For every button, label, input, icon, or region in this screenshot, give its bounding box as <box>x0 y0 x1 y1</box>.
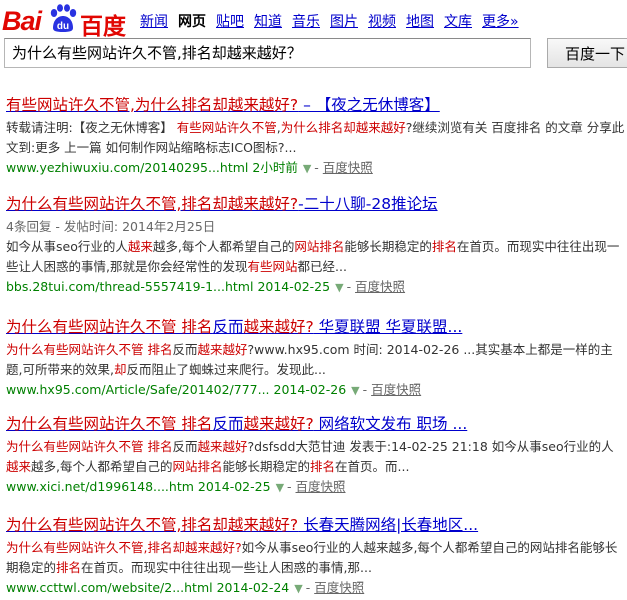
nav-music[interactable]: 音乐 <box>292 14 320 30</box>
paw-icon: du <box>50 4 77 32</box>
result-meta: bbs.28tui.com/thread-5557419-1...html 20… <box>6 279 406 294</box>
result-title[interactable]: 为什么有些网站许久不管,排名却越来越好?-二十八聊-28推论坛 <box>6 194 626 214</box>
result-title[interactable]: 为什么有些网站许久不管 排名反而越来越好? 网络软文发布 职场 ... <box>6 414 626 434</box>
nav-news[interactable]: 新闻 <box>140 14 168 30</box>
abstract-text: 能够长期稳定的 <box>222 459 311 474</box>
cache-link[interactable]: 百度快照 <box>296 479 346 494</box>
highlight-text: 却 <box>113 362 127 377</box>
highlight-text: 为什么排名却越来越好 <box>280 120 406 135</box>
highlight-text: 为什么有些网站许久不管 排名 <box>6 342 173 357</box>
abstract-text: 反而阻止了蜘蛛过来爬行。发现此... <box>126 362 326 377</box>
abstract-text: 越多,每个人都希望自己的 <box>152 239 295 254</box>
logo-text-cn: 百度 <box>80 14 126 40</box>
result-url: www.hx95.com/Article/Safe/201402/777... <box>6 382 270 397</box>
result-3: 为什么有些网站许久不管 排名反而越来越好? 华夏联盟 华夏联盟... 为什么有些… <box>6 317 626 401</box>
result-abstract: 为什么有些网站许久不管,排名却越来越好?如今从事seo行业的人越来越多,每个人都… <box>6 538 626 578</box>
highlight-text: 有些网站 <box>247 259 298 274</box>
abstract-text: 在首页。而... <box>335 459 410 474</box>
abstract-text: 如今从事seo行业的人 <box>6 239 128 254</box>
result-meta: www.ccttwl.com/website/2...html 2014-02-… <box>6 580 365 595</box>
nav-video[interactable]: 视频 <box>368 14 396 30</box>
result-url: www.ccttwl.com/website/2...html <box>6 580 213 595</box>
result-url: bbs.28tui.com/thread-5557419-1...html <box>6 279 254 294</box>
nav-more[interactable]: 更多» <box>482 14 519 30</box>
top-nav: 新闻 网页 贴吧 知道 音乐 图片 视频 地图 文库 更多» <box>140 11 529 31</box>
highlight-text: 网站排名 <box>172 459 223 474</box>
result-1: 有些网站许久不管,为什么排名却越来越好? – 【夜之无休博客】 转载请注明:【夜… <box>6 95 626 179</box>
nav-web[interactable]: 网页 <box>178 14 206 30</box>
result-5: 为什么有些网站许久不管,排名却越来越好? 长春天腾网络|长春地区... 为什么有… <box>6 515 626 599</box>
dropdown-arrow-icon[interactable]: ▼ <box>335 281 343 294</box>
highlight-text: 为什么有些网站许久不管,排名却越来越好? <box>6 540 242 555</box>
nav-map[interactable]: 地图 <box>406 14 434 30</box>
dropdown-arrow-icon[interactable]: ▼ <box>294 582 302 595</box>
result-time: 2014-02-24 <box>216 580 290 595</box>
result-4: 为什么有些网站许久不管 排名反而越来越好? 网络软文发布 职场 ... 为什么有… <box>6 414 626 498</box>
cache-link[interactable]: 百度快照 <box>371 382 421 397</box>
highlight-text: 越来 <box>127 239 153 254</box>
result-abstract: 为什么有些网站许久不管 排名反而越来越好?dsfsdd大范甘迪 发表于:14-0… <box>6 437 626 477</box>
nav-wenku[interactable]: 文库 <box>444 14 472 30</box>
result-url: www.yezhiwuxiu.com/20140295...html <box>6 160 249 175</box>
nav-tieba[interactable]: 贴吧 <box>216 14 244 30</box>
result-title[interactable]: 为什么有些网站许久不管,排名却越来越好? 长春天腾网络|长春地区... <box>6 515 626 535</box>
abstract-text: 在首页。而现实中往往出现一些让人困惑的事情,那... <box>81 560 372 575</box>
logo-text-bai: Bai <box>2 6 42 36</box>
highlight-text: 为什么有些网站许久不管 排名 <box>6 439 173 454</box>
highlight-text: 有些网站许久不管 <box>176 120 277 135</box>
result-time: 2014-02-25 <box>257 279 331 294</box>
abstract-text: 都已经... <box>297 259 347 274</box>
abstract-text: 能够长期稳定的 <box>344 239 432 254</box>
cache-link[interactable]: 百度快照 <box>355 279 405 294</box>
abstract-text: 越多,每个人都希望自己的 <box>31 459 173 474</box>
baidu-logo[interactable]: Bai du 百度 <box>2 4 136 40</box>
nav-images[interactable]: 图片 <box>330 14 358 30</box>
dropdown-arrow-icon[interactable]: ▼ <box>303 162 311 175</box>
result-title[interactable]: 为什么有些网站许久不管 排名反而越来越好? 华夏联盟 华夏联盟... <box>6 317 626 337</box>
result-meta: www.xici.net/d1996148....htm 2014-02-25 ▼… <box>6 479 346 494</box>
result-abstract: 为什么有些网站许久不管 排名反而越来越好?www.hx95.com 时间: 20… <box>6 340 626 380</box>
dropdown-arrow-icon[interactable]: ▼ <box>276 481 284 494</box>
nav-zhidao[interactable]: 知道 <box>254 14 282 30</box>
result-time: 2小时前 <box>252 160 298 175</box>
result-time: 2014-02-26 <box>273 382 347 397</box>
search-button[interactable]: 百度一下 <box>547 38 627 68</box>
highlight-text: 越来越好 <box>197 439 248 454</box>
highlight-text: 网站排名 <box>294 239 345 254</box>
result-meta: www.hx95.com/Article/Safe/201402/777... … <box>6 382 422 397</box>
logo-text-du: du <box>57 21 69 32</box>
result-subline: 4条回复 - 发帖时间: 2014年2月25日 <box>6 219 216 234</box>
result-meta: www.yezhiwuxiu.com/20140295...html 2小时前 ▼… <box>6 160 373 175</box>
highlight-text: 排名 <box>431 239 457 254</box>
result-url: www.xici.net/d1996148....htm <box>6 479 194 494</box>
highlight-text: 排名 <box>310 459 336 474</box>
abstract-text: 反而 <box>172 439 198 454</box>
cache-link[interactable]: 百度快照 <box>314 580 364 595</box>
dropdown-arrow-icon[interactable]: ▼ <box>351 384 359 397</box>
search-input[interactable]: 为什么有些网站许久不管,排名却越来越好？ <box>4 38 531 68</box>
highlight-text: 越来越好 <box>197 342 248 357</box>
abstract-text: ?dsfsdd大范甘迪 发表于:14-02-25 21:18 如今从事seo行业… <box>247 439 614 454</box>
result-abstract: 转载请注明:【夜之无休博客】 有些网站许久不管,为什么排名却越来越好?继续浏览有… <box>6 118 626 158</box>
cache-link[interactable]: 百度快照 <box>323 160 373 175</box>
result-2: 为什么有些网站许久不管,排名却越来越好?-二十八聊-28推论坛 4条回复 - 发… <box>6 194 626 298</box>
abstract-text: 反而 <box>172 342 198 357</box>
highlight-text: 排名 <box>56 560 82 575</box>
abstract-text: 转载请注明:【夜之无休博客】 <box>6 120 177 135</box>
result-time: 2014-02-25 <box>197 479 271 494</box>
highlight-text: 越来 <box>6 459 32 474</box>
result-title[interactable]: 有些网站许久不管,为什么排名却越来越好? – 【夜之无休博客】 <box>6 95 626 115</box>
result-abstract: 如今从事seo行业的人越来越多,每个人都希望自己的网站排名能够长期稳定的排名在首… <box>6 237 626 277</box>
